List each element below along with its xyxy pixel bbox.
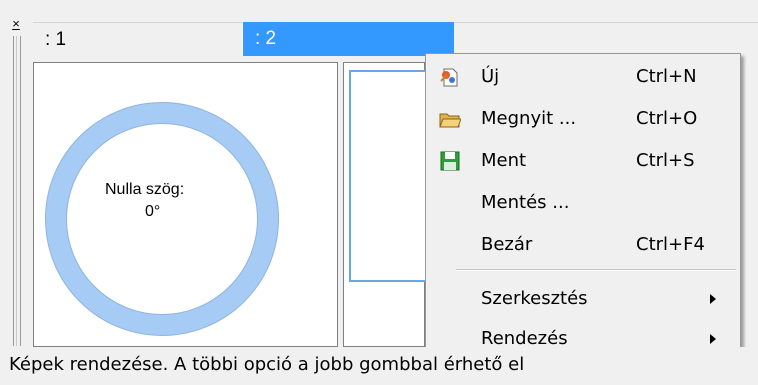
menu-item-label: Szerkesztés	[481, 288, 588, 309]
submenu-arrow-icon	[710, 294, 716, 304]
menu-item-label: Megnyit ...	[481, 108, 577, 129]
angle-caption: Nulla szög:	[105, 181, 185, 198]
status-text: Képek rendezése. A többi opció a jobb go…	[9, 354, 525, 375]
tab-1[interactable]: : 1	[33, 22, 243, 56]
menu-item-label: Mentés ...	[481, 192, 570, 213]
menu-item-label: Bezár	[481, 234, 533, 255]
angle-value: 0°	[145, 203, 161, 220]
submenu-arrow-icon	[710, 334, 716, 344]
image-panel-2-selected-image[interactable]	[349, 70, 425, 282]
menu-item-shortcut: Ctrl+N	[636, 66, 697, 87]
menu-item-close[interactable]: Bezár Ctrl+F4	[427, 224, 739, 266]
menu-item-save[interactable]: Ment Ctrl+S	[427, 140, 739, 182]
tab-strip-empty	[454, 22, 758, 56]
menu-item-shortcut: Ctrl+S	[636, 150, 695, 171]
menu-item-label: Ment	[481, 150, 527, 171]
open-folder-icon	[439, 109, 462, 129]
menu-separator	[456, 269, 736, 271]
menu-item-shortcut: Ctrl+F4	[636, 234, 705, 255]
menu-item-label: Új	[481, 66, 500, 87]
tab-2[interactable]: : 2	[243, 22, 454, 56]
new-document-icon	[439, 67, 461, 87]
save-floppy-icon	[439, 151, 461, 171]
angle-ring[interactable]	[43, 68, 283, 340]
splitter-grip[interactable]	[13, 36, 21, 346]
menu-item-shortcut: Ctrl+O	[636, 108, 698, 129]
menu-item-open[interactable]: Megnyit ... Ctrl+O	[427, 98, 739, 140]
menu-item-save-as[interactable]: Mentés ...	[427, 182, 739, 224]
close-icon[interactable]: ×	[9, 17, 23, 32]
menu-item-new[interactable]: Új Ctrl+N	[427, 56, 739, 98]
menu-item-edit[interactable]: Szerkesztés	[427, 278, 739, 320]
